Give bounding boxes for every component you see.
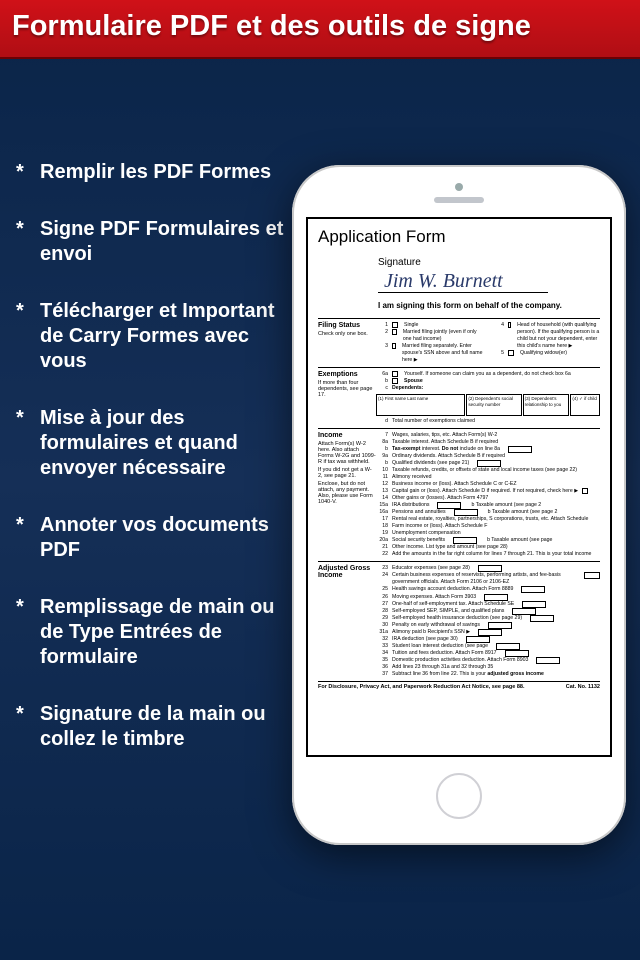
signature-label: Signature bbox=[378, 257, 600, 268]
form-footer: For Disclosure, Privacy Act, and Paperwo… bbox=[318, 681, 600, 690]
section-exemptions: Exemptions If more than four dependents,… bbox=[318, 367, 600, 428]
feature-list: *Remplir les PDF Formes *Signe PDF Formu… bbox=[16, 160, 296, 784]
bullet: * bbox=[16, 160, 40, 185]
phone-camera-dot bbox=[455, 183, 463, 191]
list-item: *Remplir les PDF Formes bbox=[16, 160, 296, 185]
bullet: * bbox=[16, 595, 40, 670]
bullet: * bbox=[16, 702, 40, 752]
bullet: * bbox=[16, 513, 40, 563]
section-agi: Adjusted Gross Income 23Educator expense… bbox=[318, 561, 600, 680]
bullet: * bbox=[16, 406, 40, 481]
list-item: *Annoter vos documents PDF bbox=[16, 513, 296, 563]
income-label: Income bbox=[318, 432, 343, 439]
phone-screen: Application Form Signature Jim W. Burnet… bbox=[306, 217, 612, 757]
phone-earpiece bbox=[434, 197, 484, 203]
phone-mockup: Application Form Signature Jim W. Burnet… bbox=[292, 165, 626, 845]
filing-status-label: Filing Status bbox=[318, 322, 360, 329]
filing-status-sub: Check only one box. bbox=[318, 331, 376, 337]
signature-note: I am signing this form on behalf of the … bbox=[378, 301, 600, 310]
exemptions-label: Exemptions bbox=[318, 371, 358, 378]
bullet: * bbox=[16, 299, 40, 374]
header-banner: Formulaire PDF et des outils de signe bbox=[0, 0, 640, 59]
section-income: Income Attach Form(s) W-2 here. Also att… bbox=[318, 428, 600, 561]
exemptions-sub: If more than four dependents, see page 1… bbox=[318, 380, 376, 398]
header-title: Formulaire PDF et des outils de signe bbox=[12, 10, 531, 42]
signature-value: Jim W. Burnett bbox=[378, 270, 548, 293]
bullet: * bbox=[16, 217, 40, 267]
home-button[interactable] bbox=[436, 773, 482, 819]
list-item: *Signature de la main ou collez le timbr… bbox=[16, 702, 296, 752]
list-item: *Signe PDF Formulaires et envoi bbox=[16, 217, 296, 267]
form-title: Application Form bbox=[318, 227, 600, 247]
list-item: *Mise à jour des formulaires et quand en… bbox=[16, 406, 296, 481]
list-item: *Remplissage de main ou de Type Entrées … bbox=[16, 595, 296, 670]
section-filing-status: Filing Status Check only one box. 1Singl… bbox=[318, 318, 600, 367]
list-item: *Télécharger et Important de Carry Forme… bbox=[16, 299, 296, 374]
agi-label: Adjusted Gross Income bbox=[318, 565, 370, 579]
